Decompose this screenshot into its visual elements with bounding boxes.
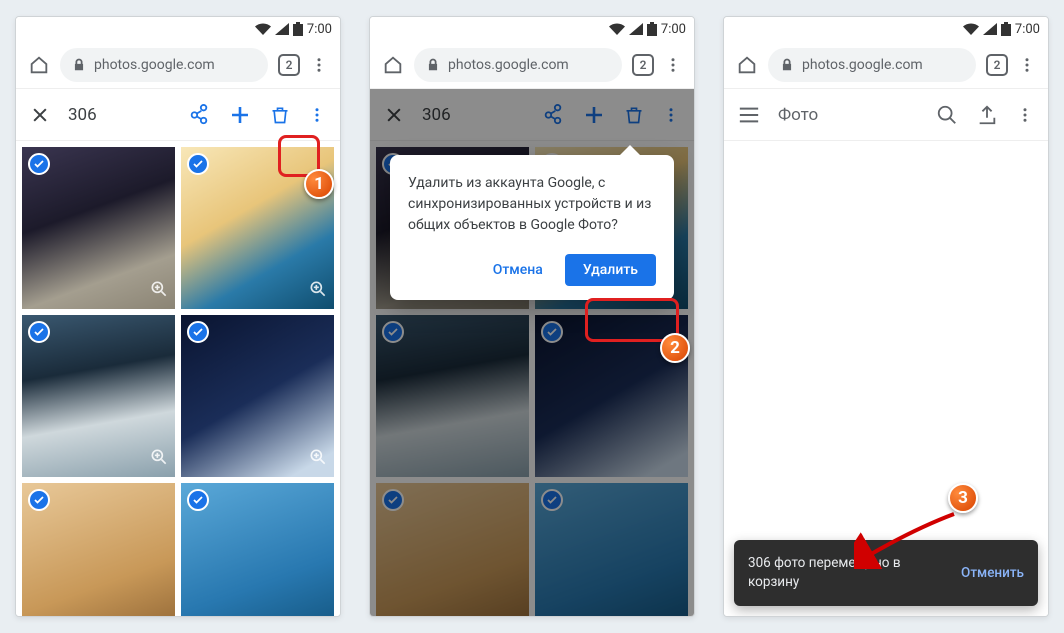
status-bar: 7:00 (370, 17, 694, 41)
close-selection-icon (384, 105, 404, 125)
url-bar[interactable]: photos.google.com (60, 48, 268, 82)
home-icon[interactable] (382, 54, 404, 76)
annotation-callout-1: 1 (304, 169, 334, 199)
annotation-callout-3: 3 (948, 483, 978, 513)
wifi-icon (963, 23, 979, 35)
status-bar: 7:00 (16, 17, 340, 41)
app-menu-icon[interactable] (308, 106, 326, 124)
delete-icon (624, 104, 644, 126)
annotation-callout-2: 2 (660, 333, 690, 363)
dialog-message: Удалить из аккаунта Google, с синхронизи… (408, 173, 656, 236)
check-icon (28, 153, 50, 175)
add-icon[interactable] (228, 103, 252, 127)
lock-icon (72, 58, 86, 72)
browser-chrome: photos.google.com 2 (724, 41, 1048, 89)
photo-thumb[interactable] (181, 315, 334, 477)
close-selection-icon[interactable] (30, 105, 50, 125)
check-icon (187, 153, 209, 175)
main-app-bar: Фото (724, 89, 1048, 141)
url-text: photos.google.com (94, 57, 215, 73)
dialog-confirm-button[interactable]: Удалить (565, 254, 656, 286)
menu-icon[interactable] (738, 106, 760, 124)
browser-chrome: photos.google.com 2 (16, 41, 340, 89)
app-menu-icon[interactable] (1016, 106, 1034, 124)
dialog-cancel-button[interactable]: Отмена (483, 254, 553, 286)
browser-menu-icon[interactable] (1018, 56, 1036, 74)
browser-menu-icon[interactable] (310, 56, 328, 74)
selection-count: 306 (68, 105, 97, 125)
url-text: photos.google.com (448, 57, 569, 73)
screen-2-dialog: 7:00 photos.google.com 2 306 (369, 16, 695, 617)
photo-thumb[interactable] (22, 315, 175, 477)
wifi-icon (609, 23, 625, 35)
tabs-button[interactable]: 2 (986, 54, 1008, 76)
add-icon (582, 103, 606, 127)
zoom-icon[interactable] (149, 279, 169, 303)
selection-app-bar: 306 (16, 89, 340, 141)
share-icon[interactable] (188, 104, 210, 126)
photo-thumb[interactable] (22, 147, 175, 309)
app-title: Фото (778, 105, 818, 125)
battery-icon (1001, 22, 1011, 36)
battery-icon (293, 22, 303, 36)
photo-grid (16, 141, 340, 616)
zoom-icon[interactable] (308, 279, 328, 303)
home-icon[interactable] (736, 54, 758, 76)
home-icon[interactable] (28, 54, 50, 76)
lock-icon (426, 58, 440, 72)
status-time: 7:00 (661, 22, 686, 37)
battery-icon (647, 22, 657, 36)
delete-icon[interactable] (270, 104, 290, 126)
photo-thumb[interactable] (22, 483, 175, 616)
lock-icon (780, 58, 794, 72)
signal-icon (983, 23, 997, 35)
tabs-button[interactable]: 2 (632, 54, 654, 76)
wifi-icon (255, 23, 271, 35)
zoom-icon[interactable] (308, 447, 328, 471)
signal-icon (275, 23, 289, 35)
check-icon (28, 321, 50, 343)
check-icon (187, 489, 209, 511)
selection-app-bar: 306 (370, 89, 694, 141)
snackbar: 306 фото перемещено в корзину Отменить (734, 540, 1038, 606)
snackbar-undo-button[interactable]: Отменить (961, 565, 1024, 581)
url-text: photos.google.com (802, 57, 923, 73)
status-time: 7:00 (1015, 22, 1040, 37)
tabs-button[interactable]: 2 (278, 54, 300, 76)
selection-count: 306 (422, 105, 451, 125)
status-bar: 7:00 (724, 17, 1048, 41)
search-icon[interactable] (936, 104, 958, 126)
url-bar[interactable]: photos.google.com (768, 48, 976, 82)
check-icon (187, 321, 209, 343)
zoom-icon[interactable] (149, 447, 169, 471)
snackbar-message: 306 фото перемещено в корзину (748, 554, 945, 592)
check-icon (28, 489, 50, 511)
photo-thumb[interactable] (181, 483, 334, 616)
browser-chrome: photos.google.com 2 (370, 41, 694, 89)
delete-confirm-dialog: Удалить из аккаунта Google, с синхронизи… (390, 155, 674, 300)
share-icon (542, 104, 564, 126)
browser-menu-icon[interactable] (664, 56, 682, 74)
upload-icon[interactable] (976, 104, 998, 126)
status-time: 7:00 (307, 22, 332, 37)
dialog-pointer-icon (620, 145, 640, 155)
url-bar[interactable]: photos.google.com (414, 48, 622, 82)
signal-icon (629, 23, 643, 35)
screen-3-result: 7:00 photos.google.com 2 Фото 306 фото п… (723, 16, 1049, 617)
screen-1-selection: 7:00 photos.google.com 2 306 (15, 16, 341, 617)
app-menu-icon (662, 106, 680, 124)
